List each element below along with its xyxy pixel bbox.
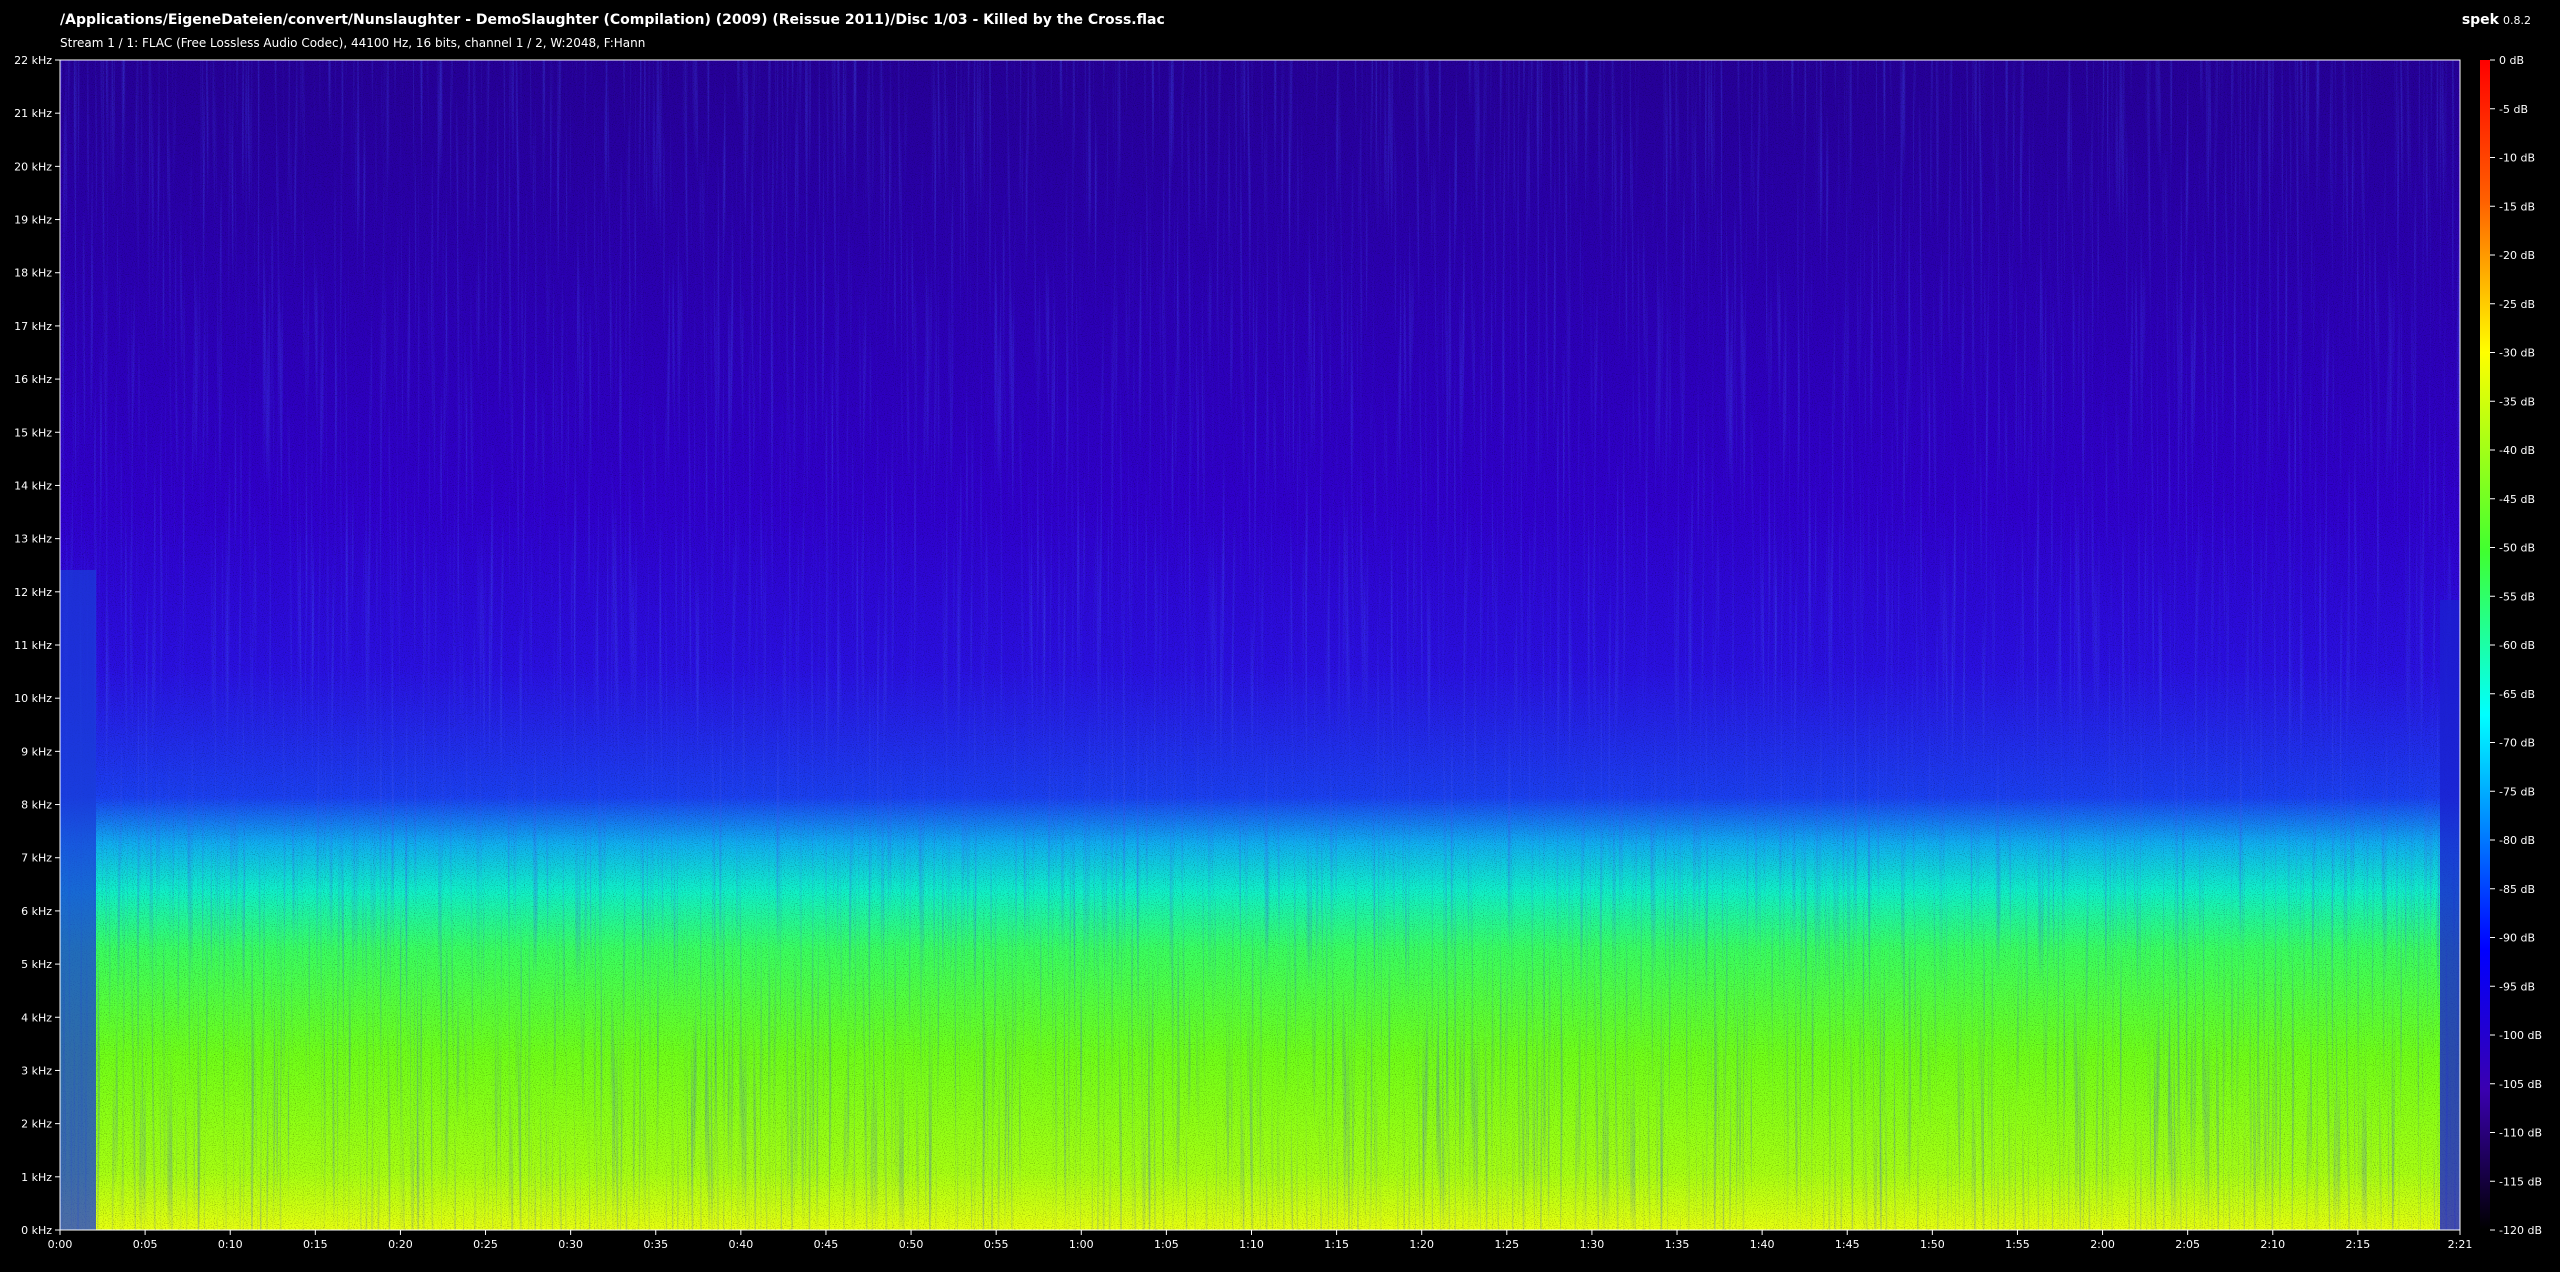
time-tick-label: 1:55: [2005, 1238, 2030, 1251]
time-tick-label: 1:10: [1239, 1238, 1264, 1251]
frequency-tick-label: 7 kHz: [21, 852, 52, 865]
frequency-tick-label: 15 kHz: [14, 426, 52, 439]
db-tick-label: -90 dB: [2499, 932, 2535, 945]
db-tick-label: -20 dB: [2499, 249, 2535, 262]
db-tick-label: -5 dB: [2499, 103, 2528, 116]
time-tick-label: 1:15: [1324, 1238, 1349, 1251]
db-tick-label: -80 dB: [2499, 834, 2535, 847]
time-tick-label: 0:05: [133, 1238, 158, 1251]
db-tick-label: 0 dB: [2499, 54, 2524, 67]
db-tick-label: -115 dB: [2499, 1175, 2542, 1188]
time-tick-label: 0:00: [48, 1238, 73, 1251]
frequency-tick-label: 22 kHz: [14, 54, 52, 67]
spectrogram-plot: [59, 59, 2461, 1231]
db-tick-label: -120 dB: [2499, 1224, 2542, 1237]
time-tick-label: 2:21: [2448, 1238, 2473, 1251]
outro-fade: [2440, 600, 2460, 1230]
db-tick-label: -95 dB: [2499, 980, 2535, 993]
db-tick-label: -65 dB: [2499, 688, 2535, 701]
frequency-tick-label: 18 kHz: [14, 267, 52, 280]
time-tick-label: 2:15: [2346, 1238, 2371, 1251]
time-tick-label: 1:05: [1154, 1238, 1179, 1251]
time-tick-label: 1:00: [1069, 1238, 1094, 1251]
time-tick-label: 0:45: [814, 1238, 839, 1251]
db-tick-label: -105 dB: [2499, 1078, 2542, 1091]
db-tick-label: -55 dB: [2499, 590, 2535, 603]
frequency-tick-label: 8 kHz: [21, 799, 52, 812]
time-tick-label: 1:20: [1409, 1238, 1434, 1251]
time-tick-label: 1:50: [1920, 1238, 1945, 1251]
time-tick-label: 0:30: [558, 1238, 583, 1251]
db-tick-label: -70 dB: [2499, 737, 2535, 750]
frequency-tick-label: 1 kHz: [21, 1171, 52, 1184]
time-tick-label: 2:10: [2260, 1238, 2285, 1251]
frequency-tick-label: 3 kHz: [21, 1064, 52, 1077]
time-tick-label: 0:40: [728, 1238, 753, 1251]
db-tick-label: -40 dB: [2499, 444, 2535, 457]
db-tick-label: -30 dB: [2499, 347, 2535, 360]
frequency-tick-label: 12 kHz: [14, 586, 52, 599]
frequency-tick-label: 4 kHz: [21, 1011, 52, 1024]
time-tick-label: 1:45: [1835, 1238, 1860, 1251]
frequency-tick-label: 19 kHz: [14, 214, 52, 227]
db-tick-label: -60 dB: [2499, 639, 2535, 652]
time-tick-label: 1:35: [1665, 1238, 1690, 1251]
db-tick-label: -15 dB: [2499, 200, 2535, 213]
time-tick-label: 0:15: [303, 1238, 328, 1251]
frequency-tick-label: 10 kHz: [14, 692, 52, 705]
db-color-scale: 0 dB -5 dB -10 dB -15 dB -20 dB -25 dB -30 dB -…: [2480, 54, 2542, 1237]
time-tick-label: 0:10: [218, 1238, 243, 1251]
time-tick-label: 1:40: [1750, 1238, 1775, 1251]
db-tick-label: -85 dB: [2499, 883, 2535, 896]
db-tick-label: -75 dB: [2499, 785, 2535, 798]
frequency-tick-label: 13 kHz: [14, 533, 52, 546]
time-tick-label: 0:35: [643, 1238, 668, 1251]
time-tick-label: 2:00: [2090, 1238, 2115, 1251]
frequency-axis: 0 kHz 1 kHz 2 kHz 3 kHz 4 kHz 5 kHz 6 kHz 7 kHz…: [14, 54, 60, 1237]
frequency-tick-label: 20 kHz: [14, 160, 52, 173]
frequency-tick-label: 21 kHz: [14, 107, 52, 120]
time-tick-label: 0:55: [984, 1238, 1009, 1251]
spectrogram-chart: 0 kHz 1 kHz 2 kHz 3 kHz 4 kHz 5 kHz 6 kHz 7 kHz…: [14, 54, 2542, 1251]
spectrogram-noise: [60, 60, 2460, 1230]
intro-fade: [60, 570, 96, 1230]
time-tick-label: 0:50: [899, 1238, 924, 1251]
frequency-tick-label: 0 kHz: [21, 1224, 52, 1237]
frequency-tick-label: 9 kHz: [21, 745, 52, 758]
frequency-tick-label: 5 kHz: [21, 958, 52, 971]
frequency-tick-label: 14 kHz: [14, 479, 52, 492]
time-axis: 0:00 0:05 0:10 0:15 0:20 0:25 0:30 0:35 0:40 0:45…: [48, 1230, 2473, 1251]
time-tick-label: 1:25: [1494, 1238, 1519, 1251]
frequency-tick-label: 17 kHz: [14, 320, 52, 333]
db-tick-label: -10 dB: [2499, 152, 2535, 165]
time-tick-label: 1:30: [1580, 1238, 1605, 1251]
db-tick-label: -25 dB: [2499, 298, 2535, 311]
db-tick-label: -35 dB: [2499, 395, 2535, 408]
db-color-bar: [2480, 60, 2490, 1230]
db-tick-label: -110 dB: [2499, 1127, 2542, 1140]
frequency-tick-label: 6 kHz: [21, 905, 52, 918]
db-tick-label: -50 dB: [2499, 542, 2535, 555]
frequency-tick-label: 16 kHz: [14, 373, 52, 386]
time-tick-label: 0:25: [473, 1238, 498, 1251]
time-tick-label: 2:05: [2175, 1238, 2200, 1251]
time-tick-label: 0:20: [388, 1238, 413, 1251]
db-tick-label: -100 dB: [2499, 1029, 2542, 1042]
db-tick-label: -45 dB: [2499, 493, 2535, 506]
frequency-tick-label: 2 kHz: [21, 1118, 52, 1131]
frequency-tick-label: 11 kHz: [14, 639, 52, 652]
